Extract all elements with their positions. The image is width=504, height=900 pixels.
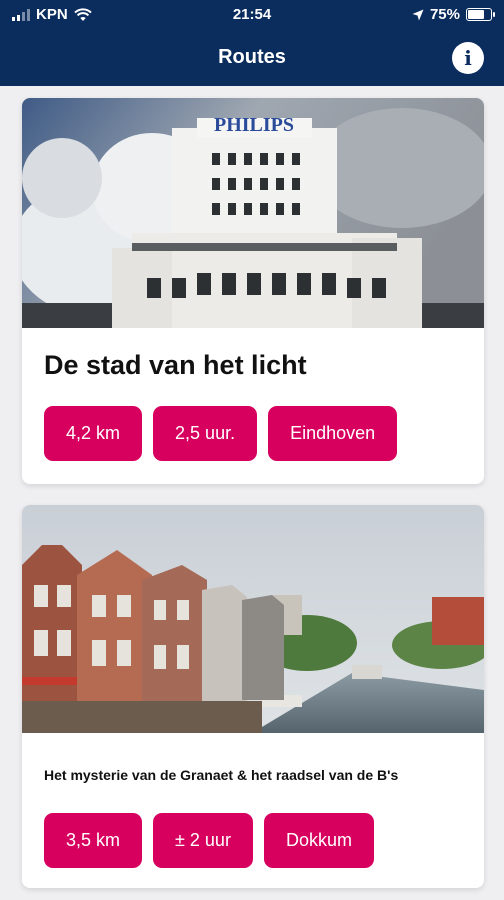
route-photo-philips-building: PHILIPS	[22, 98, 484, 328]
route-tags: 3,5 km ± 2 uur Dokkum	[44, 813, 374, 868]
status-bar: KPN 21:54 75%	[0, 0, 504, 30]
route-tags: 4,2 km 2,5 uur. Eindhoven	[44, 406, 398, 461]
route-card-dokkum[interactable]: Het mysterie van de Granaet & het raadse…	[22, 505, 484, 888]
battery-percent: 75%	[429, 6, 460, 23]
battery-fill	[468, 10, 484, 19]
distance-tag: 3,5 km	[44, 813, 143, 868]
route-title: De stad van het licht	[44, 350, 307, 380]
info-icon[interactable]: i	[452, 42, 484, 74]
page-title: Routes	[218, 46, 286, 68]
route-card-eindhoven[interactable]: PHILIPS De stad van het licht 4,2 km 2,5…	[22, 98, 484, 484]
route-title: Het mysterie van de Granaet & het raadse…	[44, 767, 399, 783]
route-photo-dokkum-canal	[22, 505, 484, 733]
status-right: 75%	[412, 6, 495, 23]
city-tag: Dokkum	[263, 813, 374, 868]
philips-sign: PHILIPS	[214, 114, 294, 136]
distance-tag: 4,2 km	[44, 406, 143, 461]
duration-tag: 2,5 uur.	[153, 406, 258, 461]
app-header: KPN 21:54 75% Routes i	[0, 0, 504, 86]
title-bar: Routes i	[0, 38, 504, 78]
city-tag: Eindhoven	[268, 406, 398, 461]
battery-icon	[466, 8, 495, 21]
duration-tag: ± 2 uur	[153, 813, 253, 868]
location-arrow-icon	[412, 9, 424, 20]
